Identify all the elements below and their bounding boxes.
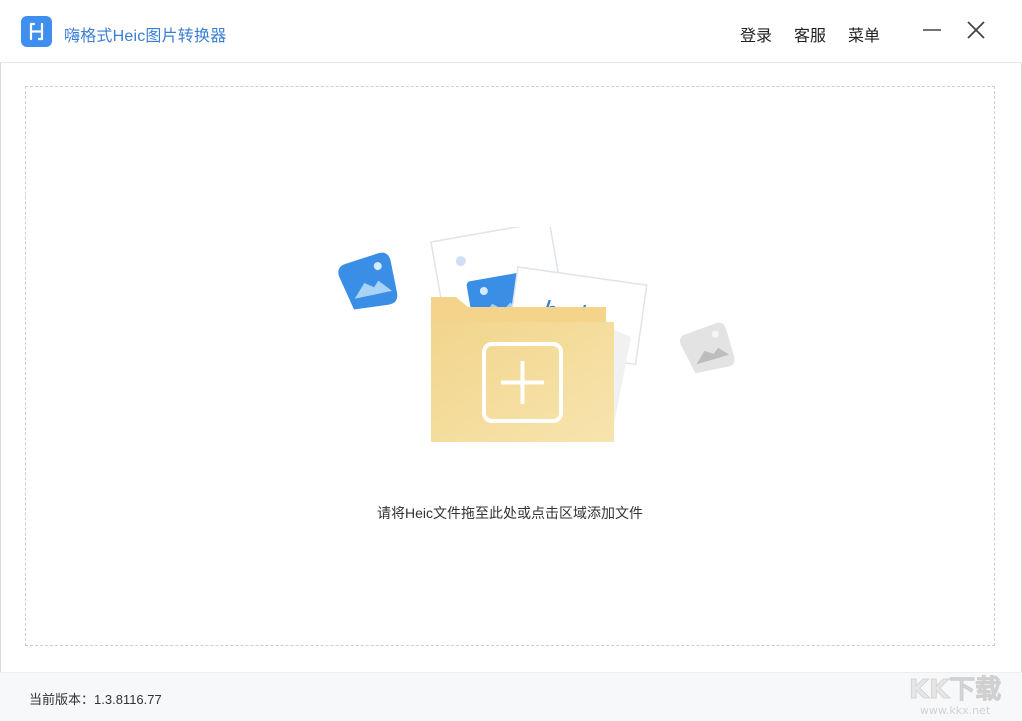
watermark-text: KK下载 — [909, 675, 1001, 705]
site-watermark: KK下载 www.kkx.net — [908, 675, 1001, 717]
version-value: 1.3.8116.77 — [94, 692, 162, 707]
menu-button[interactable]: 菜单 — [848, 22, 880, 46]
version-label: 当前版本： — [29, 692, 95, 707]
photo-icon — [338, 252, 398, 310]
drop-hint-text: 请将Heic文件拖至此处或点击区域添加文件 — [376, 505, 643, 521]
version-info: 当前版本：1.3.8116.77 — [29, 689, 162, 708]
app-title: 嗨格式Heic图片转换器 — [64, 28, 227, 45]
title-bar: 嗨格式Heic图片转换器 登录 客服 菜单 — [0, 0, 1022, 63]
watermark-url: www.kkx.net — [920, 704, 991, 717]
customer-service-button[interactable]: 客服 — [794, 22, 826, 46]
login-button[interactable]: 登录 — [740, 22, 772, 46]
status-bar: 当前版本：1.3.8116.77 — [0, 672, 1022, 721]
minimize-icon[interactable] — [920, 18, 944, 42]
add-files-illustration: heic — [338, 227, 735, 442]
photo-icon — [680, 322, 735, 374]
app-logo-icon — [21, 16, 52, 47]
file-drop-zone[interactable]: heic 请将Heic文件拖至此处或点击区域添加文件 — [25, 86, 995, 646]
close-icon[interactable] — [964, 18, 988, 42]
